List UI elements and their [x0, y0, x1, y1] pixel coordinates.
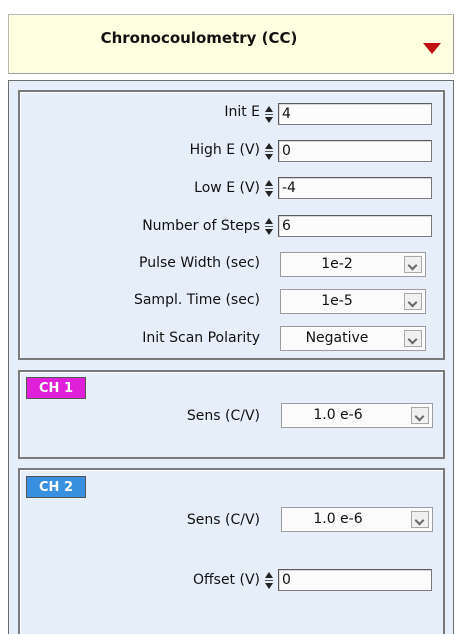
decrement-arrow-icon[interactable]	[265, 583, 273, 589]
stepper-divider	[265, 226, 273, 227]
pulse-width-select[interactable]: 1e-2	[280, 252, 426, 277]
sample-time-value: 1e-5	[321, 293, 353, 309]
increment-arrow-icon[interactable]	[265, 143, 273, 149]
ch2-sens-select[interactable]: 1.0 e-6	[281, 507, 433, 532]
init-scan-polarity-value: Negative	[305, 330, 369, 346]
increment-arrow-icon[interactable]	[265, 218, 273, 224]
decrement-arrow-icon[interactable]	[265, 154, 273, 160]
low-e-stepper[interactable]	[265, 178, 274, 200]
low-e-label: Low E (V)	[194, 180, 260, 196]
pulse-width-value: 1e-2	[321, 256, 353, 272]
number-of-steps-input[interactable]: 6	[278, 215, 432, 237]
ch2-tab: CH 2	[26, 476, 86, 498]
high-e-label: High E (V)	[189, 142, 260, 158]
ch2-offset-stepper[interactable]	[265, 570, 274, 592]
number-of-steps-stepper[interactable]	[265, 216, 274, 238]
chevron-down-icon[interactable]	[404, 293, 422, 310]
increment-arrow-icon[interactable]	[265, 106, 273, 112]
stepper-divider	[265, 114, 273, 115]
dropdown-arrow-icon[interactable]	[423, 43, 441, 54]
increment-arrow-icon[interactable]	[265, 180, 273, 186]
ch2-sens-label: Sens (C/V)	[186, 512, 260, 528]
increment-arrow-icon[interactable]	[265, 572, 273, 578]
number-of-steps-label: Number of Steps	[142, 218, 260, 234]
decrement-arrow-icon[interactable]	[265, 229, 273, 235]
ch1-sens-label: Sens (C/V)	[186, 408, 260, 424]
init-e-input[interactable]: 4	[278, 103, 432, 125]
stepper-divider	[265, 580, 273, 581]
low-e-input[interactable]: -4	[278, 177, 432, 199]
ch1-sens-value: 1.0 e-6	[313, 407, 363, 423]
technique-dropdown[interactable]: Chronocoulometry (CC)	[8, 14, 454, 74]
chevron-down-icon[interactable]	[411, 407, 429, 424]
high-e-input[interactable]: 0	[278, 140, 432, 162]
stepper-divider	[265, 188, 273, 189]
sample-time-select[interactable]: 1e-5	[280, 289, 426, 314]
init-e-stepper[interactable]	[265, 104, 274, 126]
decrement-arrow-icon[interactable]	[265, 117, 273, 123]
ch2-offset-label: Offset (V)	[192, 572, 260, 588]
high-e-stepper[interactable]	[265, 141, 274, 163]
chevron-down-icon[interactable]	[404, 330, 422, 347]
init-e-label: Init E	[224, 104, 260, 120]
sample-time-label: Sampl. Time (sec)	[133, 292, 260, 308]
ch2-sens-value: 1.0 e-6	[313, 511, 363, 527]
ch2-offset-input[interactable]: 0	[278, 569, 432, 591]
decrement-arrow-icon[interactable]	[265, 191, 273, 197]
chevron-down-icon[interactable]	[411, 511, 429, 528]
ch1-sens-select[interactable]: 1.0 e-6	[281, 403, 433, 428]
technique-label: Chronocoulometry (CC)	[100, 29, 298, 47]
pulse-width-label: Pulse Width (sec)	[139, 255, 260, 271]
chevron-down-icon[interactable]	[404, 256, 422, 273]
init-scan-polarity-select[interactable]: Negative	[280, 326, 426, 351]
stepper-divider	[265, 151, 273, 152]
ch1-tab: CH 1	[26, 377, 86, 399]
init-scan-polarity-label: Init Scan Polarity	[142, 330, 260, 346]
